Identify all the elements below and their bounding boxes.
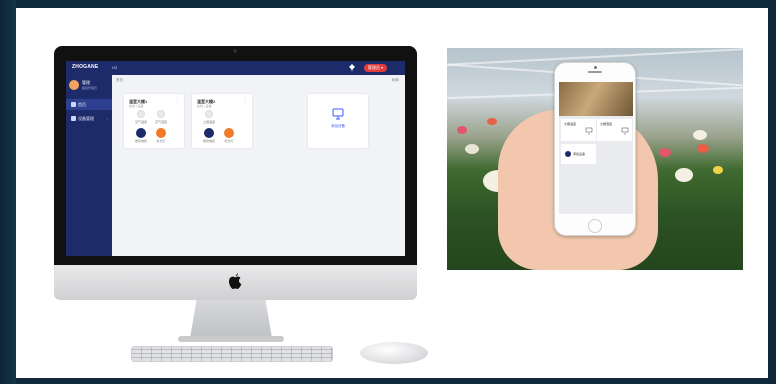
more-icon[interactable]: ⋮ — [175, 98, 180, 104]
control-toggle[interactable]: 卷帘电机 — [202, 128, 216, 143]
add-device-label: 添加设备 — [331, 124, 345, 128]
keyboard — [131, 346, 333, 362]
add-device-icon — [565, 151, 571, 157]
sidebar-item-home[interactable]: 首页 — [66, 99, 112, 110]
monitor-bezel: ZHOGANE HZ 管理员 ▾ 管理 超级管理员 首页 设备管理 › 首页 刷… — [54, 46, 417, 265]
webcam-icon — [233, 49, 237, 53]
motor-icon — [136, 128, 146, 138]
motor-icon — [204, 128, 214, 138]
home-icon — [71, 102, 76, 107]
sensor-readout: 空气湿度 — [154, 110, 168, 124]
breadcrumb[interactable]: 首页 — [116, 78, 123, 83]
phone-app-screen: 大棚温度 大棚湿度 添加设备 — [559, 82, 633, 214]
user-menu-button[interactable]: 管理员 ▾ — [363, 64, 387, 72]
apple-icon — [229, 273, 242, 289]
sensor-label: 空气湿度 — [154, 120, 167, 124]
sensor-icon — [157, 110, 165, 118]
control-toggle[interactable]: 卷帘电机 — [134, 128, 148, 143]
monitor-chin — [54, 265, 417, 300]
phone-camera-icon — [594, 66, 597, 69]
device-status: 在线 | 设备 — [197, 104, 212, 108]
phone-home-button[interactable] — [588, 219, 602, 233]
flower — [457, 126, 467, 134]
device-card[interactable]: 温室大棚2 在线 | 设备 ⋮ 土壤温度 卷帘电机 补光灯 — [192, 94, 252, 148]
phone-card-title: 大棚温度 — [564, 122, 577, 126]
device-icon — [71, 116, 76, 121]
control-label: 补光灯 — [224, 139, 234, 143]
flower — [697, 144, 709, 153]
imac-monitor: ZHOGANE HZ 管理员 ▾ 管理 超级管理员 首页 设备管理 › 首页 刷… — [54, 46, 417, 300]
flower — [465, 144, 479, 154]
device-status: 在线 | 设备 — [129, 104, 144, 108]
phone-speaker — [588, 71, 602, 73]
sidebar: 管理 超级管理员 首页 设备管理 › — [66, 75, 112, 256]
flower — [713, 166, 723, 174]
app-logo[interactable]: ZHOGANE — [72, 64, 98, 70]
device-icon — [585, 127, 593, 135]
mouse — [360, 342, 428, 364]
phone-device-card[interactable]: 大棚湿度 — [597, 119, 632, 141]
top-nav-item[interactable]: HZ — [112, 65, 117, 70]
flower — [693, 130, 707, 140]
refresh-button[interactable]: 刷新 — [392, 78, 399, 83]
monitor-stand — [190, 300, 272, 338]
phone-card-title: 添加设备 — [573, 152, 586, 156]
sidebar-profile[interactable]: 管理 超级管理员 — [69, 79, 109, 93]
chevron-right-icon: › — [106, 116, 108, 121]
device-icon — [621, 127, 629, 135]
light-icon — [156, 128, 166, 138]
add-device-card[interactable]: 添加设备 — [308, 94, 368, 148]
sensor-icon — [205, 110, 213, 118]
monitor-stand-base — [178, 336, 284, 342]
phone-add-device-card[interactable]: 添加设备 — [561, 144, 596, 164]
avatar — [69, 80, 79, 90]
app-header: ZHOGANE HZ 管理员 ▾ — [66, 61, 405, 75]
light-icon — [224, 128, 234, 138]
control-toggle[interactable]: 补光灯 — [154, 128, 168, 143]
control-label: 补光灯 — [156, 139, 166, 143]
flower — [659, 148, 671, 157]
control-toggle[interactable]: 补光灯 — [222, 128, 236, 143]
sidebar-item-label: 设备管理 — [78, 116, 94, 121]
sensor-readout: 土壤温度 — [202, 110, 216, 124]
control-label: 卷帘电机 — [134, 139, 147, 143]
device-card[interactable]: 温室大棚1 在线 | 设备 ⋮ 空气温度 空气湿度 卷帘电机 补光灯 — [124, 94, 184, 148]
more-icon[interactable]: ⋮ — [243, 98, 248, 104]
smartphone: 大棚温度 大棚湿度 添加设备 — [554, 62, 636, 236]
profile-role: 超级管理员 — [82, 86, 98, 90]
phone-card-title: 大棚湿度 — [600, 122, 613, 126]
add-device-icon — [332, 108, 344, 120]
phone-banner-image — [559, 82, 633, 116]
sidebar-item-label: 首页 — [78, 102, 86, 107]
flower — [487, 118, 497, 125]
sidebar-item-devices[interactable]: 设备管理 › — [66, 113, 112, 124]
sensor-icon — [137, 110, 145, 118]
app-screen: ZHOGANE HZ 管理员 ▾ 管理 超级管理员 首页 设备管理 › 首页 刷… — [66, 61, 405, 256]
phone-device-card[interactable]: 大棚温度 — [561, 119, 596, 141]
sensor-label: 空气温度 — [134, 120, 147, 124]
control-label: 卷帘电机 — [202, 139, 215, 143]
sensor-label: 土壤温度 — [202, 120, 215, 124]
pin-icon[interactable] — [349, 64, 355, 72]
sensor-readout: 空气温度 — [134, 110, 148, 124]
flower — [675, 168, 693, 182]
